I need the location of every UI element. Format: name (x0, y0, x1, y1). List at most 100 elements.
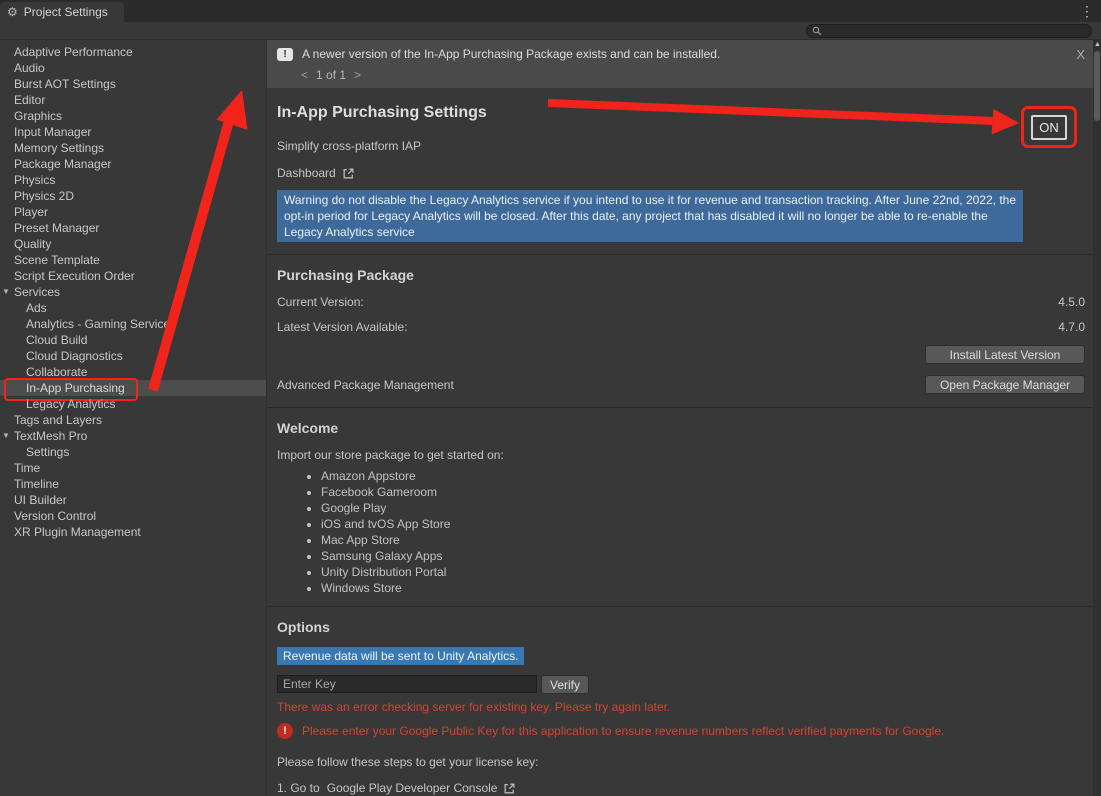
sidebar-item-timeline[interactable]: Timeline (0, 476, 266, 492)
sidebar-item-ui-builder[interactable]: UI Builder (0, 492, 266, 508)
pager-prev-button[interactable]: < (301, 68, 308, 82)
sidebar-item-label: XR Plugin Management (14, 525, 141, 539)
sidebar-item-tags-and-layers[interactable]: Tags and Layers (0, 412, 266, 428)
sidebar-item-label: Burst AOT Settings (14, 77, 116, 91)
page-title: In-App Purchasing Settings (277, 104, 1085, 122)
sidebar-item-label: Adaptive Performance (14, 45, 133, 59)
sidebar-item-xr-plugin-management[interactable]: XR Plugin Management (0, 524, 266, 540)
search-box[interactable] (806, 24, 1092, 38)
google-play-console-link-label: Google Play Developer Console (327, 781, 498, 795)
pager-text: 1 of 1 (316, 68, 346, 82)
sidebar-item-label: In-App Purchasing (26, 381, 125, 395)
sidebar-item-memory-settings[interactable]: Memory Settings (0, 140, 266, 156)
step-1-prefix: 1. Go to (277, 781, 320, 795)
banner-close-button[interactable]: X (1076, 47, 1085, 62)
foldout-chevron-icon[interactable]: ▼ (2, 428, 10, 444)
sidebar-item-cloud-build[interactable]: Cloud Build (0, 332, 266, 348)
sidebar-item-label: Ads (26, 301, 47, 315)
verify-key-button[interactable]: Verify (541, 675, 589, 694)
store-list-item: iOS and tvOS App Store (321, 516, 1085, 532)
sidebar-item-input-manager[interactable]: Input Manager (0, 124, 266, 140)
vertical-scrollbar: ▲ (1093, 40, 1101, 796)
sidebar-item-label: Time (14, 461, 40, 475)
google-public-key-input[interactable] (277, 675, 537, 693)
license-steps-intro: Please follow these steps to get your li… (277, 755, 1085, 769)
sidebar-item-label: Audio (14, 61, 45, 75)
foldout-chevron-icon[interactable]: ▼ (2, 284, 10, 300)
sidebar-item-label: Version Control (14, 509, 96, 523)
latest-version-value: 4.7.0 (1058, 320, 1085, 334)
external-link-icon (342, 167, 355, 180)
sidebar-item-scene-template[interactable]: Scene Template (0, 252, 266, 268)
server-error-message: There was an error checking server for e… (277, 700, 1085, 714)
google-key-error-text: Please enter your Google Public Key for … (302, 724, 944, 738)
step-1: 1. Go to Google Play Developer Console (277, 781, 1085, 795)
gear-icon: ⚙ (7, 6, 18, 18)
options-heading: Options (277, 619, 1085, 635)
section-divider (267, 254, 1101, 255)
sidebar-item-in-app-purchasing[interactable]: In-App Purchasing (0, 380, 266, 396)
sidebar-item-label: Package Manager (14, 157, 111, 171)
sidebar-item-label: UI Builder (14, 493, 67, 507)
sidebar-item-label: Physics (14, 173, 55, 187)
store-list-item: Samsung Galaxy Apps (321, 548, 1085, 564)
tab-title: Project Settings (24, 5, 108, 19)
kebab-menu-icon[interactable]: ⋮ (1080, 3, 1094, 20)
sidebar-item-label: Preset Manager (14, 221, 99, 235)
sidebar-item-adaptive-performance[interactable]: Adaptive Performance (0, 44, 266, 60)
sidebar-item-graphics[interactable]: Graphics (0, 108, 266, 124)
sidebar-item-label: Legacy Analytics (26, 397, 115, 411)
tab-project-settings[interactable]: ⚙ Project Settings (0, 2, 124, 22)
sidebar-item-quality[interactable]: Quality (0, 236, 266, 252)
welcome-heading: Welcome (277, 420, 1085, 436)
install-latest-version-button[interactable]: Install Latest Version (925, 345, 1085, 364)
sidebar-item-label: TextMesh Pro (14, 429, 87, 443)
sidebar-item-label: Physics 2D (14, 189, 74, 203)
scrollbar-thumb[interactable] (1094, 51, 1100, 121)
latest-version-label: Latest Version Available: (277, 320, 408, 334)
sidebar-item-audio[interactable]: Audio (0, 60, 266, 76)
sidebar-item-cloud-diagnostics[interactable]: Cloud Diagnostics (0, 348, 266, 364)
toolbar (0, 22, 1101, 40)
scroll-up-arrow[interactable]: ▲ (1094, 41, 1101, 48)
store-list-item: Google Play (321, 500, 1085, 516)
google-play-console-link[interactable]: Google Play Developer Console (327, 781, 517, 795)
sidebar-item-physics[interactable]: Physics (0, 172, 266, 188)
sidebar-item-script-execution-order[interactable]: Script Execution Order (0, 268, 266, 284)
sidebar-item-preset-manager[interactable]: Preset Manager (0, 220, 266, 236)
dashboard-link-label: Dashboard (277, 166, 336, 180)
welcome-intro: Import our store package to get started … (277, 448, 1085, 462)
sidebar-item-textmesh-pro[interactable]: ▼ TextMesh Pro (0, 428, 266, 444)
store-list-item: Windows Store (321, 580, 1085, 596)
purchasing-package-heading: Purchasing Package (277, 267, 1085, 283)
sidebar-item-ads[interactable]: Ads (0, 300, 266, 316)
sidebar-item-legacy-analytics[interactable]: Legacy Analytics (0, 396, 266, 412)
sidebar-item-label: Memory Settings (14, 141, 104, 155)
sidebar-item-burst-aot-settings[interactable]: Burst AOT Settings (0, 76, 266, 92)
sidebar-item-label: Script Execution Order (14, 269, 135, 283)
advanced-package-management-label: Advanced Package Management (277, 378, 454, 392)
update-banner: ! A newer version of the In-App Purchasi… (267, 40, 1101, 88)
sidebar-item-time[interactable]: Time (0, 460, 266, 476)
pager-next-button[interactable]: > (354, 68, 361, 82)
sidebar-item-label: Player (14, 205, 48, 219)
dashboard-link[interactable]: Dashboard (277, 166, 355, 180)
titlebar: ⚙ Project Settings ⋮ (0, 0, 1101, 22)
sidebar-item-player[interactable]: Player (0, 204, 266, 220)
sidebar-item-settings[interactable]: Settings (0, 444, 266, 460)
sidebar-item-analytics-gaming-services[interactable]: Analytics - Gaming Services (0, 316, 266, 332)
sidebar-item-label: Scene Template (14, 253, 100, 267)
sidebar: Adaptive Performance Audio Burst AOT Setti… (0, 40, 267, 796)
sidebar-item-label: Cloud Build (26, 333, 87, 347)
open-package-manager-button[interactable]: Open Package Manager (925, 375, 1085, 394)
sidebar-item-version-control[interactable]: Version Control (0, 508, 266, 524)
sidebar-item-services[interactable]: ▼ Services (0, 284, 266, 300)
search-icon (812, 26, 822, 36)
sidebar-item-label: Input Manager (14, 125, 91, 139)
sidebar-item-label: Services (14, 285, 60, 299)
sidebar-item-physics-2d[interactable]: Physics 2D (0, 188, 266, 204)
search-input[interactable] (826, 25, 1086, 37)
sidebar-item-editor[interactable]: Editor (0, 92, 266, 108)
sidebar-item-package-manager[interactable]: Package Manager (0, 156, 266, 172)
sidebar-item-collaborate[interactable]: Collaborate (0, 364, 266, 380)
